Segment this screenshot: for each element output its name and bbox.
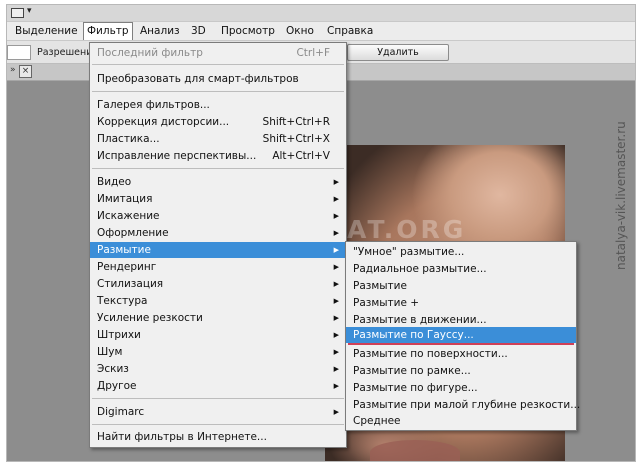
menu-item-video[interactable]: Видео ▶ — [90, 174, 346, 190]
menu-window[interactable]: Окно — [286, 25, 314, 37]
arrow-right-icon: ▶ — [333, 314, 339, 322]
menu-item-brush-strokes[interactable]: Штрихи ▶ — [90, 327, 346, 343]
menu-item-surface-blur[interactable]: Размытие по поверхности... — [346, 346, 576, 362]
menu-item-liquify[interactable]: Пластика... Shift+Ctrl+X — [90, 131, 346, 147]
menu-item-filter-gallery[interactable]: Галерея фильтров... — [90, 97, 346, 113]
arrow-right-icon: ▶ — [333, 246, 339, 254]
menu-item-gaussian-blur[interactable]: Размытие по Гауссу... — [346, 327, 576, 343]
menu-item-blur[interactable]: Размытие ▶ — [90, 242, 346, 258]
workspace-icon[interactable] — [11, 8, 24, 18]
arrow-right-icon: ▶ — [333, 212, 339, 220]
menu-item-average[interactable]: Среднее — [346, 413, 576, 429]
menu-item-render[interactable]: Рендеринг ▶ — [90, 259, 346, 275]
menu-item-box-blur[interactable]: Размытие по рамке... — [346, 363, 576, 379]
menu-separator — [92, 168, 344, 169]
arrow-right-icon: ▶ — [333, 229, 339, 237]
filter-menu: Последний фильтр Ctrl+F Преобразовать дл… — [89, 42, 347, 448]
menu-filter[interactable]: Фильтр — [83, 22, 133, 40]
menu-item-stylize[interactable]: Стилизация ▶ — [90, 276, 346, 292]
menu-analysis[interactable]: Анализ — [140, 25, 180, 37]
menu-item-blur[interactable]: Размытие — [346, 278, 576, 294]
arrow-right-icon: ▶ — [333, 348, 339, 356]
arrow-right-icon: ▶ — [333, 331, 339, 339]
chevron-down-icon[interactable]: ▾ — [27, 6, 32, 16]
menu-item-blur-more[interactable]: Размытие + — [346, 295, 576, 311]
menu-item-distort[interactable]: Искажение ▶ — [90, 208, 346, 224]
side-credit: natalya-vik.livemaster.ru — [614, 121, 628, 270]
menu-separator — [92, 64, 344, 65]
menu-view[interactable]: Просмотр — [221, 25, 275, 37]
menu-item-last-filter[interactable]: Последний фильтр Ctrl+F — [90, 45, 346, 61]
menu-separator — [92, 398, 344, 399]
menu-item-lens-blur[interactable]: Размытие при малой глубине резкости... — [346, 397, 580, 413]
arrow-right-icon: ▶ — [333, 280, 339, 288]
menu-item-smart-blur[interactable]: "Умное" размытие... — [346, 244, 576, 260]
close-icon[interactable]: × — [19, 65, 32, 78]
menu-item-sharpen[interactable]: Усиление резкости ▶ — [90, 310, 346, 326]
menu-item-browse-filters-online[interactable]: Найти фильтры в Интернете... — [90, 429, 346, 445]
menu-item-noise[interactable]: Шум ▶ — [90, 344, 346, 360]
menu-selection[interactable]: Выделение — [15, 25, 78, 37]
arrow-right-icon: ▶ — [333, 365, 339, 373]
arrow-right-icon: ▶ — [333, 263, 339, 271]
menu-item-pixelate[interactable]: Оформление ▶ — [90, 225, 346, 241]
menu-3d[interactable]: 3D — [191, 25, 206, 37]
double-chevron-icon[interactable]: » — [10, 65, 16, 75]
menu-item-sketch[interactable]: Эскиз ▶ — [90, 361, 346, 377]
menu-item-other[interactable]: Другое ▶ — [90, 378, 346, 394]
menu-item-convert-smart-filters[interactable]: Преобразовать для смарт-фильтров — [90, 71, 346, 87]
menu-item-shape-blur[interactable]: Размытие по фигуре... — [346, 380, 576, 396]
menu-item-radial-blur[interactable]: Радиальное размытие... — [346, 261, 576, 277]
arrow-right-icon: ▶ — [333, 382, 339, 390]
highlight-underline — [348, 343, 574, 345]
arrow-right-icon: ▶ — [333, 297, 339, 305]
arrow-right-icon: ▶ — [333, 178, 339, 186]
menu-item-texture[interactable]: Текстура ▶ — [90, 293, 346, 309]
menu-help[interactable]: Справка — [327, 25, 373, 37]
menu-item-artistic[interactable]: Имитация ▶ — [90, 191, 346, 207]
blur-submenu: "Умное" размытие... Радиальное размытие.… — [345, 241, 580, 431]
arrow-right-icon: ▶ — [333, 408, 339, 416]
menu-item-vanishing-point[interactable]: Исправление перспективы... Alt+Ctrl+V — [90, 148, 346, 164]
options-input[interactable] — [7, 45, 31, 60]
menu-item-lens-correction[interactable]: Коррекция дисторсии... Shift+Ctrl+R — [90, 114, 346, 130]
arrow-right-icon: ▶ — [333, 195, 339, 203]
delete-button[interactable]: Удалить — [347, 44, 449, 61]
menu-item-digimarc[interactable]: Digimarc ▶ — [90, 404, 346, 420]
application-bar: ▾ — [7, 5, 635, 22]
photoshop-window: ▾ Выделение Фильтр Анализ 3D Просмотр Ок… — [6, 4, 636, 462]
photo-lips — [370, 440, 460, 461]
resolution-label: Разрешени — [37, 47, 93, 58]
menu-item-motion-blur[interactable]: Размытие в движении... — [346, 312, 576, 328]
menu-separator — [92, 424, 344, 425]
menu-separator — [92, 91, 344, 92]
menu-bar: Выделение Фильтр Анализ 3D Просмотр Окно… — [7, 22, 635, 41]
